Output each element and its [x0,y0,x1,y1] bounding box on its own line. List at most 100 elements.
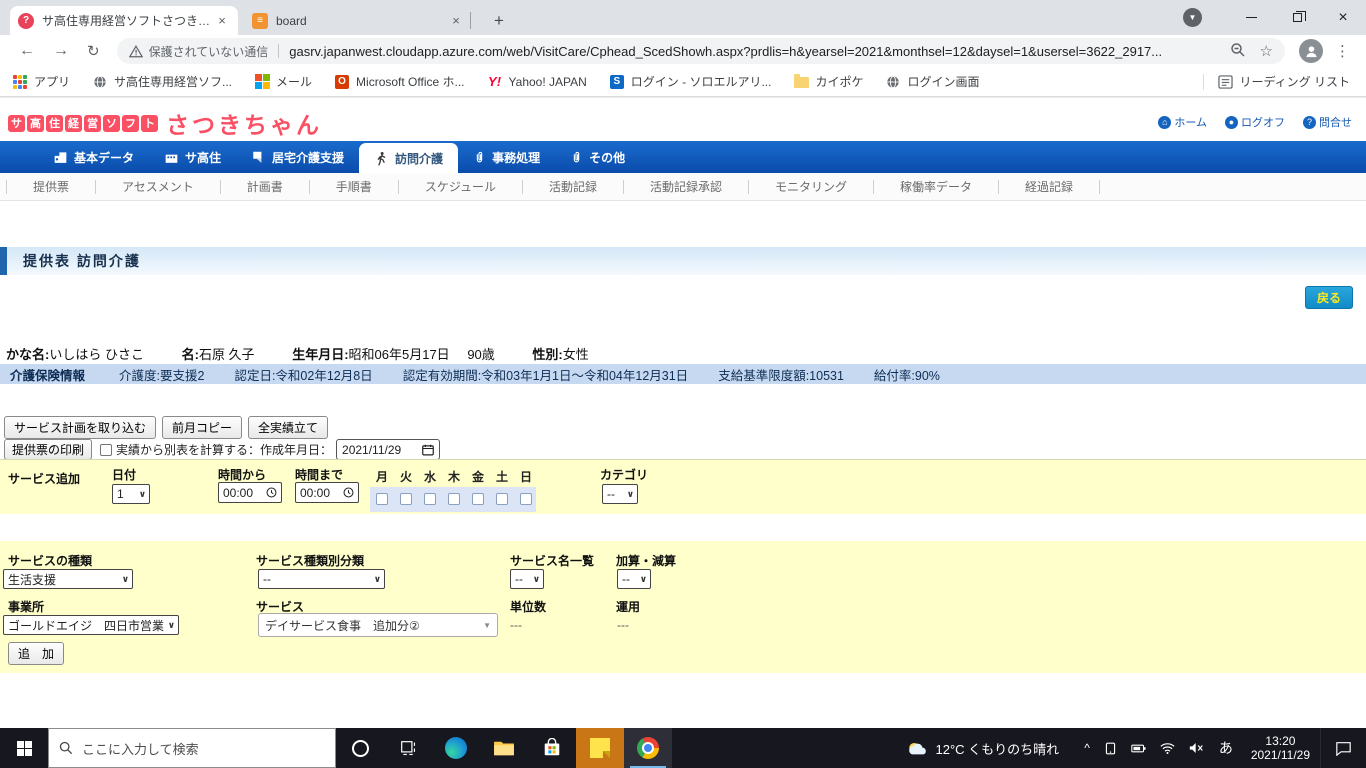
weekday-wed-checkbox[interactable] [424,493,436,505]
print-button[interactable]: 提供票の印刷 [4,439,93,460]
nav-sakoju[interactable]: サ高住 [149,141,236,173]
date-select[interactable]: 1 ∨ [112,484,150,504]
nav-basic-data[interactable]: 基本データ [38,141,149,173]
window-controls: ▼ × [1183,0,1366,35]
task-view-button[interactable] [384,728,432,768]
category-select[interactable]: -- ∨ [602,484,638,504]
calc-checkbox[interactable] [100,443,113,456]
inquiry-label: 問合せ [1319,117,1352,129]
service-combobox[interactable]: デイサービス食事 追加分② ▼ [258,613,498,637]
add-button[interactable]: 追 加 [8,642,65,665]
start-button[interactable] [0,728,48,768]
zoom-out-icon[interactable] [1230,42,1246,61]
tab-close-icon[interactable]: × [214,13,230,29]
nav-label: サ高住 [185,150,222,165]
minimize-button[interactable] [1228,0,1274,35]
tray-wifi-icon[interactable] [1160,742,1175,754]
site-logo[interactable]: サ 高 住 経 営 ソ フ ト さつきちゃん [8,106,322,140]
not-secure-icon[interactable] [128,44,143,58]
bookmark-login[interactable]: ログイン画面 [885,73,980,90]
home-link[interactable]: ⌂ ホーム [1158,114,1207,130]
time-to-label: 時間まで [295,468,344,482]
nav-home-care-support[interactable]: 居宅介護支援 [236,141,359,173]
tray-battery-icon[interactable] [1131,743,1146,754]
subnav-keikakiroku[interactable]: 経過記録 [999,179,1101,194]
subnav-kadoritsu[interactable]: 稼働率データ [874,179,1000,194]
addsub-select[interactable]: -- ∨ [617,569,651,589]
ms-store-button[interactable] [528,728,576,768]
tray-volume-muted-icon[interactable] [1189,742,1204,754]
bookmark-yahoo[interactable]: Y! Yahoo! JAPAN [487,74,587,90]
chrome-button[interactable] [624,728,672,768]
tab-close-icon[interactable]: × [448,13,464,29]
cortana-button[interactable] [336,728,384,768]
taskbar-clock[interactable]: 13:20 2021/11/29 [1251,734,1310,762]
subnav-tejunsho[interactable]: 手順書 [310,179,399,194]
profile-avatar[interactable] [1299,39,1323,63]
service-class-select[interactable]: -- ∨ [258,569,385,589]
close-button[interactable]: × [1320,0,1366,35]
weekday-mon-checkbox[interactable] [376,493,388,505]
taskbar-search-input[interactable]: ここに入力して検索 [48,728,336,768]
subnav-kiroku-shonin[interactable]: 活動記録承認 [624,179,750,194]
edge-button[interactable] [432,728,480,768]
forward-icon[interactable]: → [53,42,69,60]
back-button[interactable]: 戻る [1304,286,1353,309]
service-name-list-select[interactable]: -- ∨ [510,569,544,589]
browser-tab-board[interactable]: ≡ board × [244,6,472,35]
prev-month-copy-button[interactable]: 前月コピー [162,416,243,439]
weekday-thu-checkbox[interactable] [448,493,460,505]
weather-widget[interactable]: 12°C くもりのち晴れ [906,739,1059,758]
time-from-input[interactable]: 00:00 [218,482,282,503]
weekday-tue-checkbox[interactable] [400,493,412,505]
nav-visit-care-active[interactable]: 訪問介護 [359,143,459,173]
nav-others[interactable]: その他 [555,141,640,173]
reading-list-button[interactable]: リーディング リスト [1218,73,1350,90]
weekday-fri-checkbox[interactable] [472,493,484,505]
bookmark-kaipoke[interactable]: カイポケ [793,73,863,90]
all-results-button[interactable]: 全実績立て [248,416,329,439]
calc-checkbox-label: 実績から別表を計算する：作成年月日： [116,443,333,457]
insurance-title: 介護保険情報 [10,368,86,383]
bookmark-soloel[interactable]: S ログイン - ソロエルアリ... [609,73,771,90]
url-text[interactable]: gasrv.japanwest.cloudapp.azure.com/web/V… [289,44,1221,59]
browser-tab-active[interactable]: ? サ高住専用経営ソフトさつきちゃん × [10,6,238,35]
file-explorer-button[interactable] [480,728,528,768]
sticky-notes-button[interactable] [576,728,624,768]
tray-device-icon[interactable] [1104,742,1117,755]
subnav-assessment[interactable]: アセスメント [96,179,221,194]
weekday-sat-checkbox[interactable] [496,493,508,505]
subnav-katsudokiroku[interactable]: 活動記録 [523,179,624,194]
subnav-schedule[interactable]: スケジュール [399,179,523,194]
bookmark-apps[interactable]: アプリ [12,73,70,90]
nav-office-work[interactable]: 事務処理 [458,141,555,173]
inquiry-link[interactable]: ? 問合せ [1303,114,1352,130]
new-tab-button[interactable]: + [486,8,512,34]
reload-icon[interactable]: ↻ [87,42,100,60]
subnav-teikyohyo[interactable]: 提供票 [6,179,97,194]
bookmark-office[interactable]: O Microsoft Office ホ... [334,73,465,90]
tray-expand-icon[interactable]: ^ [1084,741,1090,755]
service-add-title: サービス追加 [8,472,81,486]
browser-menu-icon[interactable]: ⋮ [1335,42,1350,60]
action-center-button[interactable] [1320,728,1366,768]
security-label[interactable]: 保護されていない通信 [149,43,269,60]
bookmark-mail[interactable]: メール [254,73,312,90]
service-type-select[interactable]: 生活支援 ∨ [3,569,133,589]
edge-icon [445,737,467,759]
weekday-sun-checkbox[interactable] [520,493,532,505]
subnav-keikakusho[interactable]: 計画書 [221,179,310,194]
chrome-update-icon[interactable]: ▼ [1183,8,1202,27]
bookmark-star-icon[interactable]: ☆ [1260,42,1273,60]
time-to-input[interactable]: 00:00 [295,482,359,503]
ime-indicator[interactable]: あ [1219,738,1233,758]
subnav-monitoring[interactable]: モニタリング [749,179,875,194]
restore-button[interactable] [1274,0,1320,35]
back-icon[interactable]: ← [19,42,35,60]
created-date-input[interactable]: 2021/11/29 [336,439,441,460]
import-service-plan-button[interactable]: サービス計画を取り込む [4,416,157,439]
office-select[interactable]: ゴールドエイジ 四日市営業所 ∨ [3,615,179,635]
logoff-link[interactable]: ● ログオフ [1225,114,1285,130]
omnibox[interactable]: 保護されていない通信 gasrv.japanwest.cloudapp.azur… [116,38,1285,64]
bookmark-satsuki[interactable]: サ高住専用経営ソフ... [92,73,232,90]
